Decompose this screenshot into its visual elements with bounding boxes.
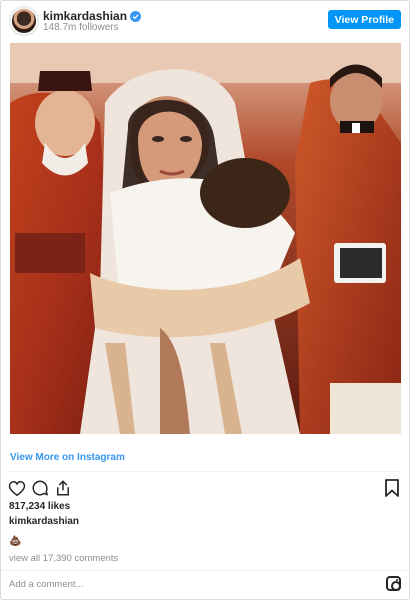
caption-text: 💩 [9, 536, 22, 547]
share-icon[interactable] [54, 479, 72, 497]
comment-bubble-icon[interactable] [31, 479, 49, 497]
follower-count: 148.7m followers [43, 22, 119, 33]
action-bar [8, 478, 72, 498]
like-count[interactable]: 817,234 likes [9, 501, 70, 512]
post-image[interactable] [10, 43, 401, 434]
heart-icon[interactable] [8, 479, 26, 497]
instagram-logo-icon[interactable] [386, 576, 401, 591]
verified-badge-icon [130, 10, 142, 22]
post-header: kimkardashian 148.7m followers View Prof… [1, 1, 409, 41]
divider [10, 471, 400, 472]
view-all-comments-link[interactable]: view all 17,390 comments [9, 553, 118, 564]
instagram-embed-card: kimkardashian 148.7m followers View Prof… [0, 0, 410, 600]
divider [1, 570, 409, 571]
view-more-link[interactable]: View More on Instagram [10, 452, 125, 463]
username-link[interactable]: kimkardashian [43, 9, 127, 23]
username-row: kimkardashian [43, 9, 142, 23]
caption-username[interactable]: kimkardashian [9, 516, 79, 527]
add-comment-input[interactable]: Add a comment... [9, 579, 83, 590]
bookmark-icon[interactable] [385, 479, 401, 497]
view-profile-button[interactable]: View Profile [327, 10, 401, 29]
profile-avatar[interactable] [10, 7, 38, 35]
